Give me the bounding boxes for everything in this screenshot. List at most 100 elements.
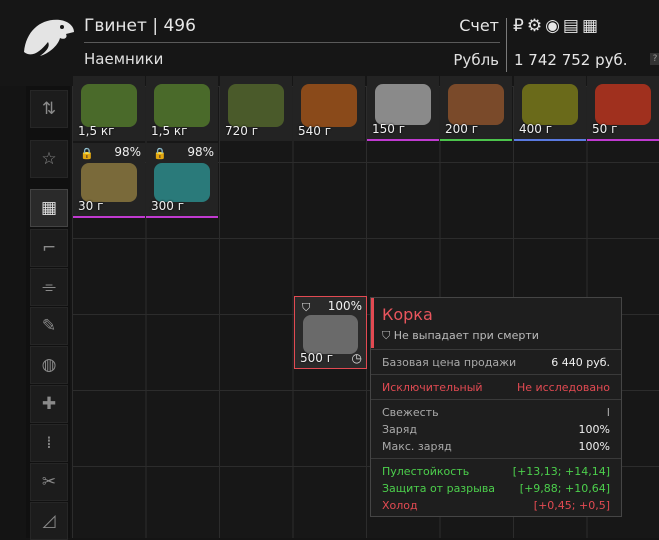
currency-icons[interactable]: ₽⚙◉▤▦: [513, 16, 601, 36]
gear-icon[interactable]: ✎: [30, 307, 68, 345]
item-slot[interactable]: 🔒 98% 30 г: [73, 143, 145, 218]
barter-icon[interactable]: ◍: [30, 346, 68, 384]
sort-icon[interactable]: ⇅: [30, 90, 68, 128]
item-weight: 540 г: [298, 124, 332, 138]
header: Гвинет | 496 Наемники Счет Рубль ₽⚙◉▤▦ 1…: [0, 0, 659, 86]
item-slot[interactable]: 200 г: [440, 76, 512, 141]
stat-row: Холод [+0,45; +0,5]: [382, 499, 610, 512]
item-slot[interactable]: 150 г: [367, 76, 439, 141]
faction-name: Наемники: [84, 50, 164, 68]
clock-icon: ◷: [351, 351, 362, 365]
rarity-bar: [371, 298, 374, 348]
tooltip-divider: [371, 374, 621, 375]
weapon-parts-icon[interactable]: ⌯: [30, 268, 68, 306]
item-weight: 500 г: [300, 351, 334, 365]
stat-label: Защита от разрыва: [382, 482, 496, 495]
tooltip-divider: [371, 458, 621, 459]
stat-value: [+13,13; +14,14]: [512, 465, 610, 478]
item-percent: 98%: [114, 145, 141, 159]
ammo-icon[interactable]: ⁞: [30, 424, 68, 462]
header-vertical-divider: [506, 18, 507, 72]
medical-icon[interactable]: ✚: [30, 385, 68, 423]
filter-sidebar: ⇅ ☆ ▦ ⌐ ⌯ ✎ ◍ ✚ ⁞ ✂ ◿: [26, 86, 70, 540]
research-status: Не исследовано: [516, 381, 610, 394]
no-drop-text: Не выпадает при смерти: [393, 329, 539, 342]
rarity-label: Исключительный: [382, 381, 483, 394]
charge-value: 100%: [578, 423, 610, 436]
stat-row: Пулестойкость [+13,13; +14,14]: [382, 465, 610, 478]
money-amount: 1 742 752 руб.: [514, 51, 628, 69]
item-weight: 30 г: [78, 199, 104, 213]
stat-row: Защита от разрыва [+9,88; +10,64]: [382, 482, 610, 495]
player-name: Гвинет | 496: [84, 16, 196, 36]
tooltip-divider: [371, 349, 621, 350]
item-slot[interactable]: 1,5 кг: [73, 76, 145, 141]
lock-icon: 🔒: [80, 147, 94, 160]
rarity-row: Исключительный Не исследовано: [382, 381, 610, 394]
ruble-icon[interactable]: ₽: [513, 16, 527, 36]
item-weight: 300 г: [151, 199, 185, 213]
shield-icon: ⛉: [382, 329, 394, 342]
cards-icon[interactable]: ▤: [563, 16, 582, 36]
freshness-value: I: [606, 406, 610, 419]
eagle-logo-icon: [24, 19, 74, 56]
item-slot[interactable]: 720 г: [220, 76, 292, 141]
item-slot[interactable]: 🔒 98% 300 г: [146, 143, 218, 218]
shield-icon: ⛉: [302, 301, 311, 314]
charge-row: Заряд 100%: [382, 423, 610, 436]
item-image: [375, 84, 431, 125]
price-value: 6 440 руб.: [551, 356, 610, 369]
lock-icon: 🔒: [153, 147, 167, 160]
price-label: Базовая цена продажи: [382, 356, 517, 369]
ruler-icon[interactable]: ◿: [30, 502, 68, 540]
tools-icon[interactable]: ✂: [30, 463, 68, 501]
weapons-icon[interactable]: ⌐: [30, 229, 68, 267]
stat-label: Холод: [382, 499, 418, 512]
item-image: [154, 163, 210, 202]
item-weight: 720 г: [225, 124, 259, 138]
item-title: Корка: [382, 305, 433, 324]
item-slot[interactable]: 400 г: [514, 76, 586, 141]
stat-value: [+9,88; +10,64]: [519, 482, 610, 495]
item-image: [154, 84, 210, 127]
item-image: [81, 84, 137, 127]
compass-icon[interactable]: ◉: [545, 16, 563, 36]
header-divider: [84, 42, 500, 43]
currency-label[interactable]: Рубль: [453, 51, 499, 69]
item-image: [81, 163, 137, 202]
item-slot[interactable]: 540 г: [293, 76, 365, 141]
item-slot[interactable]: 50 г: [587, 76, 659, 141]
item-weight: 1,5 кг: [78, 124, 115, 138]
item-image: [522, 84, 578, 125]
price-row: Базовая цена продажи 6 440 руб.: [382, 356, 610, 369]
freshness-label: Свежесть: [382, 406, 439, 419]
gear-settings-icon[interactable]: ⚙: [527, 16, 545, 36]
stat-label: Пулестойкость: [382, 465, 470, 478]
item-weight: 400 г: [519, 122, 553, 136]
ticket-icon[interactable]: ▦: [582, 16, 601, 36]
max-charge-row: Макс. заряд 100%: [382, 440, 610, 453]
item-percent: 98%: [187, 145, 214, 159]
item-weight: 50 г: [592, 122, 618, 136]
item-image: [303, 315, 358, 354]
max-charge-value: 100%: [578, 440, 610, 453]
charge-label: Заряд: [382, 423, 417, 436]
item-image: [595, 84, 651, 125]
item-percent: 100%: [327, 299, 362, 313]
no-drop-note: ⛉ Не выпадает при смерти: [382, 329, 539, 343]
item-weight: 200 г: [445, 122, 479, 136]
account-label: Счет: [459, 16, 499, 35]
item-image: [228, 84, 284, 127]
favorite-icon[interactable]: ☆: [30, 140, 68, 178]
max-charge-label: Макс. заряд: [382, 440, 452, 453]
item-weight: 1,5 кг: [151, 124, 188, 138]
all-items-icon[interactable]: ▦: [30, 189, 68, 227]
freshness-row: Свежесть I: [382, 406, 610, 419]
item-image: [301, 84, 357, 127]
item-weight: 150 г: [372, 122, 406, 136]
item-slot[interactable]: 1,5 кг: [146, 76, 218, 141]
help-button[interactable]: ?: [650, 53, 659, 65]
stat-value: [+0,45; +0,5]: [533, 499, 610, 512]
selected-item-slot[interactable]: ⛉ 100% 500 г ◷: [294, 296, 367, 369]
item-tooltip: Корка ⛉ Не выпадает при смерти Базовая ц…: [370, 297, 622, 517]
